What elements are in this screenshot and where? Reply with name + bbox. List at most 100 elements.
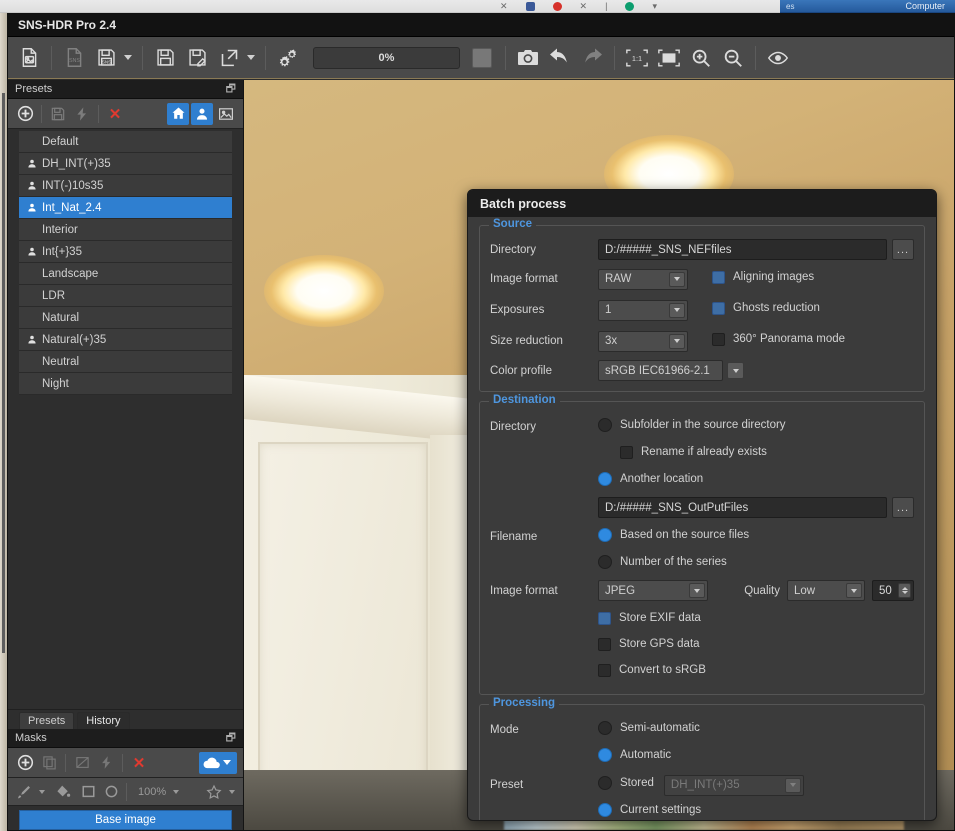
- dest-image-format-select[interactable]: JPEG: [598, 580, 708, 601]
- zoom-actual-size-icon[interactable]: 1:1: [622, 43, 652, 73]
- panorama-mode-checkbox[interactable]: [712, 332, 725, 346]
- chevron-down-icon[interactable]: [846, 583, 862, 598]
- store-exif-option-row[interactable]: Store EXIF data: [598, 608, 701, 628]
- convert-srgb-checkbox[interactable]: [598, 663, 611, 677]
- aligning-images-row[interactable]: Aligning images: [712, 267, 814, 287]
- duplicate-mask-icon[interactable]: [38, 752, 60, 774]
- source-directory-input[interactable]: D:/#####_SNS_NEFfiles: [598, 239, 887, 260]
- settings-gear-icon[interactable]: [273, 43, 303, 73]
- store-gps-checkbox[interactable]: [598, 637, 611, 651]
- quality-select[interactable]: Low: [787, 580, 865, 601]
- ghosts-reduction-checkbox[interactable]: [712, 301, 725, 315]
- semi-automatic-option-row[interactable]: Semi-automatic: [598, 718, 700, 738]
- undo-icon[interactable]: [545, 43, 575, 73]
- quality-stepper-icon[interactable]: [898, 583, 911, 598]
- panorama-mode-row[interactable]: 360° Panorama mode: [712, 329, 845, 349]
- chevron-down-icon[interactable]: [784, 777, 801, 793]
- source-exposures-select[interactable]: 1: [598, 299, 688, 321]
- zoom-out-icon[interactable]: [718, 43, 748, 73]
- camera-icon[interactable]: [513, 43, 543, 73]
- semi-automatic-radio[interactable]: [598, 721, 612, 735]
- redo-icon[interactable]: [577, 43, 607, 73]
- rename-option-row[interactable]: Rename if already exists: [620, 442, 767, 462]
- dest-path-input[interactable]: D:/#####_SNS_OutPutFiles: [598, 497, 887, 518]
- another-location-option-row[interactable]: Another location: [598, 469, 703, 489]
- tab-history[interactable]: History: [77, 712, 130, 729]
- list-item[interactable]: Night: [19, 373, 232, 395]
- stored-radio[interactable]: [598, 776, 612, 790]
- chevron-down-icon[interactable]: [669, 333, 685, 349]
- builtin-presets-home-icon[interactable]: [167, 102, 189, 125]
- preview-eye-icon[interactable]: [763, 43, 793, 73]
- save-as-icon[interactable]: [182, 43, 212, 73]
- number-of-series-radio[interactable]: [598, 555, 612, 569]
- list-item[interactable]: DH_INT(+)35: [19, 153, 232, 175]
- close-x2-icon[interactable]: ✕: [580, 2, 588, 11]
- ghosts-reduction-row[interactable]: Ghosts reduction: [712, 298, 820, 318]
- favorite-dropdown-icon[interactable]: [229, 789, 235, 794]
- add-preset-icon[interactable]: [14, 103, 36, 125]
- aligning-images-checkbox[interactable]: [712, 270, 725, 284]
- apply-preset-lightning-icon[interactable]: [71, 103, 93, 125]
- another-location-radio[interactable]: [598, 472, 612, 486]
- subfolder-radio[interactable]: [598, 418, 612, 432]
- mask-type-dropdown-icon[interactable]: [223, 760, 231, 765]
- zoom-in-icon[interactable]: [686, 43, 716, 73]
- save-preset-icon[interactable]: [47, 103, 69, 125]
- open-sns-icon[interactable]: SNS: [59, 43, 89, 73]
- favorite-star-icon[interactable]: [206, 784, 222, 800]
- ellipse-mask-icon[interactable]: [104, 784, 119, 799]
- brush-tool-icon[interactable]: [16, 784, 32, 800]
- quality-number-input[interactable]: 50: [872, 580, 914, 601]
- opacity-dropdown-icon[interactable]: [173, 789, 180, 794]
- tab-presets[interactable]: Presets: [19, 712, 75, 729]
- list-item[interactable]: LDR: [19, 285, 232, 307]
- close-x-icon[interactable]: ✕: [500, 2, 508, 11]
- preset-thumbnail-icon[interactable]: [215, 103, 237, 125]
- stored-option-row[interactable]: Stored: [598, 773, 654, 793]
- current-settings-radio[interactable]: [598, 803, 612, 817]
- left-scrollbar-track[interactable]: [2, 93, 5, 653]
- invert-mask-icon[interactable]: [71, 752, 93, 774]
- list-item[interactable]: Default: [19, 131, 232, 153]
- automatic-radio[interactable]: [598, 748, 612, 762]
- chevron-down-icon[interactable]: [689, 583, 705, 598]
- chevron-down-icon[interactable]: [669, 271, 685, 287]
- stop-button[interactable]: [472, 47, 492, 68]
- brush-dropdown-icon[interactable]: [39, 789, 45, 794]
- user-presets-person-icon[interactable]: [191, 102, 213, 125]
- store-gps-option-row[interactable]: Store GPS data: [598, 634, 700, 654]
- chevron-down-icon[interactable]: [669, 302, 685, 318]
- chevron-down-icon[interactable]: ▾: [652, 2, 657, 11]
- fill-bucket-icon[interactable]: [55, 784, 71, 800]
- rectangle-mask-icon[interactable]: [81, 784, 96, 799]
- masks-undock-icon[interactable]: 🗗: [226, 729, 236, 748]
- red-dot-icon[interactable]: [552, 2, 562, 11]
- automatic-option-row[interactable]: Automatic: [598, 745, 671, 765]
- current-settings-option-row[interactable]: Current settings: [598, 800, 701, 820]
- zoom-fit-icon[interactable]: [654, 43, 684, 73]
- list-item[interactable]: Natural(+)35: [19, 329, 232, 351]
- save-sns-icon[interactable]: SNS: [91, 43, 121, 73]
- dest-browse-button[interactable]: ...: [892, 497, 914, 518]
- stored-preset-select[interactable]: DH_INT(+)35: [663, 774, 804, 796]
- list-item[interactable]: Landscape: [19, 263, 232, 285]
- source-size-reduction-select[interactable]: 3x: [598, 330, 688, 352]
- list-item[interactable]: Natural: [19, 307, 232, 329]
- subfolder-option-row[interactable]: Subfolder in the source directory: [598, 415, 786, 435]
- export-icon[interactable]: [214, 43, 244, 73]
- based-on-source-row[interactable]: Based on the source files: [598, 525, 749, 545]
- source-color-profile-select[interactable]: sRGB IEC61966-2.1: [598, 360, 723, 381]
- list-item[interactable]: INT(-)10s35: [19, 175, 232, 197]
- convert-srgb-option-row[interactable]: Convert to sRGB: [598, 660, 706, 680]
- list-item[interactable]: Neutral: [19, 351, 232, 373]
- add-mask-icon[interactable]: [14, 752, 36, 774]
- undock-icon[interactable]: 🗗: [226, 80, 236, 99]
- list-item[interactable]: Interior: [19, 219, 232, 241]
- mask-layer-base-image[interactable]: Base image: [19, 810, 232, 830]
- chevron-down-icon[interactable]: [727, 362, 744, 379]
- delete-mask-icon[interactable]: ✕: [128, 752, 150, 774]
- open-image-icon[interactable]: [14, 43, 44, 73]
- auto-mask-lightning-icon[interactable]: [95, 752, 117, 774]
- save-sns-dropdown-icon[interactable]: [124, 55, 132, 60]
